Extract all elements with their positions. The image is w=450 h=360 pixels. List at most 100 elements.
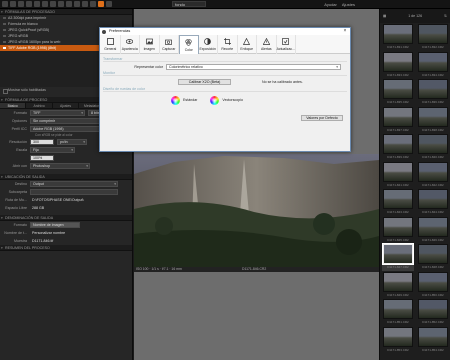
tool-sharpening[interactable]: Enfoque (238, 35, 257, 54)
exposure-icon[interactable] (26, 1, 32, 7)
resolution-input[interactable]: 300 (30, 139, 54, 145)
color-icon[interactable] (18, 1, 24, 7)
settings-link[interactable]: Ajustes (342, 2, 355, 7)
scale-label: Escala (16, 148, 27, 152)
standard-wheel-icon[interactable] (171, 95, 180, 105)
thumbnail-image (418, 271, 448, 292)
thumbnail-image (383, 134, 413, 154)
lens-icon[interactable] (34, 1, 40, 7)
thumbnail-image (418, 161, 448, 182)
tool-image[interactable]: Imagen (140, 35, 160, 54)
batch-icon[interactable] (82, 1, 88, 7)
format-select[interactable]: TIFF (30, 110, 85, 116)
tool-crop[interactable]: Recorte (218, 35, 238, 54)
thumbnail[interactable]: D1171-839.CR2 (382, 133, 414, 161)
thumbnail[interactable]: D1171-845.CR2 (382, 216, 414, 244)
close-icon[interactable]: × (340, 28, 350, 35)
image-count: 1 de 126 (408, 14, 423, 18)
sample-row: Muestra D1171-846.tif (0, 237, 132, 245)
output-location-header[interactable]: UBICACIÓN DE SALIDA (0, 174, 132, 180)
thumbnail[interactable]: D1171-836.CR2 (417, 78, 449, 106)
composition-icon[interactable] (42, 1, 48, 7)
crop-icon (223, 38, 231, 45)
search-input[interactable]: fondo (172, 1, 206, 7)
render-color-label: Representar color (134, 65, 163, 69)
grid-icon[interactable]: ▦ (383, 14, 386, 18)
thumbnail[interactable]: D1171-837.CR2 (382, 106, 414, 134)
thumbnail[interactable]: D1171-854.CR2 (417, 326, 449, 354)
thumbnail-filename: D1171-851.CR2 (387, 320, 409, 324)
thumbnail[interactable]: D1171-850.CR2 (417, 271, 449, 299)
tool-general[interactable]: General (101, 35, 121, 54)
thumbnail[interactable]: D1171-843.CR2 (382, 188, 414, 216)
thumbnail-image (383, 161, 413, 182)
tab-basic[interactable]: Básico (0, 103, 27, 108)
defaults-button[interactable]: Valores por Defecto (301, 115, 343, 121)
thumbnail[interactable]: D1171-848.CR2 (417, 243, 449, 271)
naming-format-token[interactable]: Nombre de imagen (30, 222, 80, 228)
render-color-select[interactable]: Colorimétrico relativo (166, 64, 341, 70)
tab-file[interactable]: Archivo (26, 103, 53, 108)
thumbnail-filename: D1171-846.CR2 (422, 237, 444, 242)
tool-appearance[interactable]: Apariencia (121, 35, 140, 54)
thumbnail[interactable]: D1171-834.CR2 (417, 51, 449, 79)
thumbnail[interactable]: D1171-851.CR2 (382, 298, 414, 326)
destination-select[interactable]: Output (30, 181, 118, 187)
process-summary-header[interactable]: RESUMEN DEL PROCESO (0, 245, 132, 251)
adjustments-icon[interactable] (74, 1, 80, 7)
help-link[interactable]: Ayudar (324, 2, 337, 7)
browser-header: ▦ 1 de 126 ⇅ (380, 9, 450, 23)
layers-icon[interactable] (58, 1, 64, 7)
job-name-value[interactable]: Personalizar nombre (30, 231, 65, 235)
thumbnail[interactable]: D1171-846.CR2 (417, 216, 449, 244)
thumbnail[interactable]: D1171-831.CR2 (382, 23, 414, 51)
thumbnail[interactable]: D1171-838.CR2 (417, 106, 449, 134)
thumbnail[interactable]: D1171-835.CR2 (382, 78, 414, 106)
output-icon[interactable] (90, 1, 96, 7)
resolution-unit-select[interactable]: px/in (57, 139, 87, 145)
thumbnail[interactable]: D1171-852.CR2 (417, 298, 449, 326)
thumbnail[interactable]: D1171-841.CR2 (382, 161, 414, 189)
metadata-icon[interactable] (66, 1, 72, 7)
scale-percent-input[interactable]: 100% (30, 155, 54, 161)
tool-exposure[interactable]: Exposición (199, 35, 218, 54)
tool-updates[interactable]: Actualizac... (277, 35, 296, 54)
thumbnail[interactable]: D1171-833.CR2 (382, 51, 414, 79)
dialog-body: Transformar Representar color Colorimétr… (100, 54, 350, 125)
thumbnail[interactable]: D1171-844.CR2 (417, 188, 449, 216)
vectorscope-wheel-icon[interactable] (210, 95, 220, 105)
camera-icon[interactable] (10, 1, 16, 7)
thumbnail-image (383, 216, 413, 237)
thumbnail[interactable]: D1171-853.CR2 (382, 326, 414, 354)
extra-icon[interactable] (106, 1, 112, 7)
tool-color[interactable]: Color (179, 35, 199, 54)
wheel-vectorscope-label[interactable]: Vectorscopio (222, 98, 243, 102)
thumbnail-image (383, 299, 413, 319)
thumbnail[interactable]: D1171-832.CR2 (417, 23, 449, 51)
thumbnail[interactable]: D1171-842.CR2 (417, 161, 449, 189)
details-icon[interactable] (50, 1, 56, 7)
landscape-image (134, 154, 379, 267)
thumbnail[interactable]: D1171-847.CR2 (382, 243, 414, 271)
destination-label: Destino (14, 182, 27, 186)
photo-preview[interactable] (134, 154, 379, 267)
folder-icon[interactable] (2, 1, 8, 7)
tool-capture[interactable]: Capturar (160, 35, 179, 54)
destination-row: Destino Output (0, 180, 132, 188)
tab-adjustments[interactable]: Ajustes (52, 103, 80, 108)
scale-select[interactable]: Fijo (30, 147, 75, 153)
subfolder-input[interactable] (30, 189, 118, 195)
free-space-value: 288 GB (32, 206, 45, 210)
sort-icon[interactable]: ⇅ (444, 14, 447, 18)
wheel-standard-label[interactable]: Estándar (183, 98, 197, 102)
thumbnail[interactable]: D1171-840.CR2 (417, 133, 449, 161)
thumbnail-filename: D1171-848.CR2 (422, 265, 444, 269)
process-icon[interactable] (98, 1, 104, 7)
thumbnail[interactable]: D1171-849.CR2 (382, 271, 414, 299)
open-with-select[interactable]: Photoshop (30, 163, 90, 169)
warning-icon (262, 37, 271, 45)
tool-warnings[interactable]: Alertas (257, 35, 277, 54)
calibrate-button[interactable]: Calibrar X2O (Beta) (178, 79, 231, 85)
output-naming-header[interactable]: DENOMINACIÓN DE SALIDA (0, 215, 132, 221)
toolbar-icons (2, 1, 112, 7)
